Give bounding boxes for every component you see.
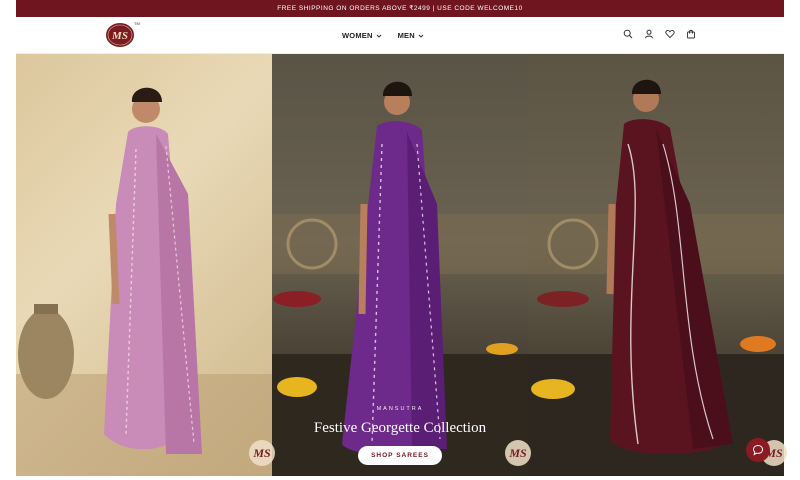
hero-image-purple-saree[interactable] bbox=[272, 54, 528, 476]
hero-kicker: MANSUTRA bbox=[376, 406, 424, 412]
nav-item-label: MEN bbox=[397, 31, 415, 40]
bag-icon[interactable] bbox=[686, 29, 696, 39]
chat-button[interactable] bbox=[746, 438, 770, 462]
brand-logo[interactable]: MS TM bbox=[104, 21, 140, 49]
trademark-label: TM bbox=[134, 21, 140, 26]
chevron-down-icon bbox=[418, 34, 424, 38]
hero-title: Festive Georgette Collection bbox=[313, 420, 487, 436]
chat-bubble-icon bbox=[752, 444, 764, 456]
header-actions bbox=[623, 29, 696, 39]
chevron-down-icon bbox=[376, 34, 381, 38]
nav-item-label: WOMEN bbox=[342, 31, 373, 40]
hero-image-maroon-saree[interactable] bbox=[528, 54, 784, 476]
nav-item-men[interactable]: MEN bbox=[398, 31, 424, 40]
logo-text: MS bbox=[111, 30, 128, 42]
user-icon[interactable] bbox=[644, 29, 654, 39]
logo-mark-icon: MS bbox=[106, 23, 134, 47]
nav-item-women[interactable]: WOMEN bbox=[342, 31, 382, 40]
heart-icon[interactable] bbox=[665, 29, 675, 39]
main-nav: WOMEN MEN bbox=[342, 17, 424, 54]
site-header: MS TM WOMEN MEN bbox=[16, 17, 784, 54]
panel-logo-badge: MS bbox=[249, 440, 275, 466]
page: FREE SHIPPING ON ORDERS ABOVE ₹2499 | US… bbox=[16, 0, 787, 480]
mansutra-badge-icon: MS bbox=[249, 440, 275, 466]
hero-image-pink-saree[interactable] bbox=[16, 54, 272, 476]
announcement-bar: FREE SHIPPING ON ORDERS ABOVE ₹2499 | US… bbox=[16, 0, 784, 17]
model-image bbox=[528, 79, 784, 476]
panel-logo-badge: MS bbox=[505, 440, 531, 466]
search-icon[interactable] bbox=[623, 29, 633, 39]
model-image bbox=[272, 81, 528, 476]
model-image bbox=[16, 87, 272, 476]
shop-sarees-button[interactable]: SHOP SAREES bbox=[358, 446, 442, 465]
hero-banner[interactable]: MS MS MS MANSUTRA Festive Georgette Coll… bbox=[16, 54, 787, 476]
mansutra-badge-icon: MS bbox=[505, 440, 531, 466]
